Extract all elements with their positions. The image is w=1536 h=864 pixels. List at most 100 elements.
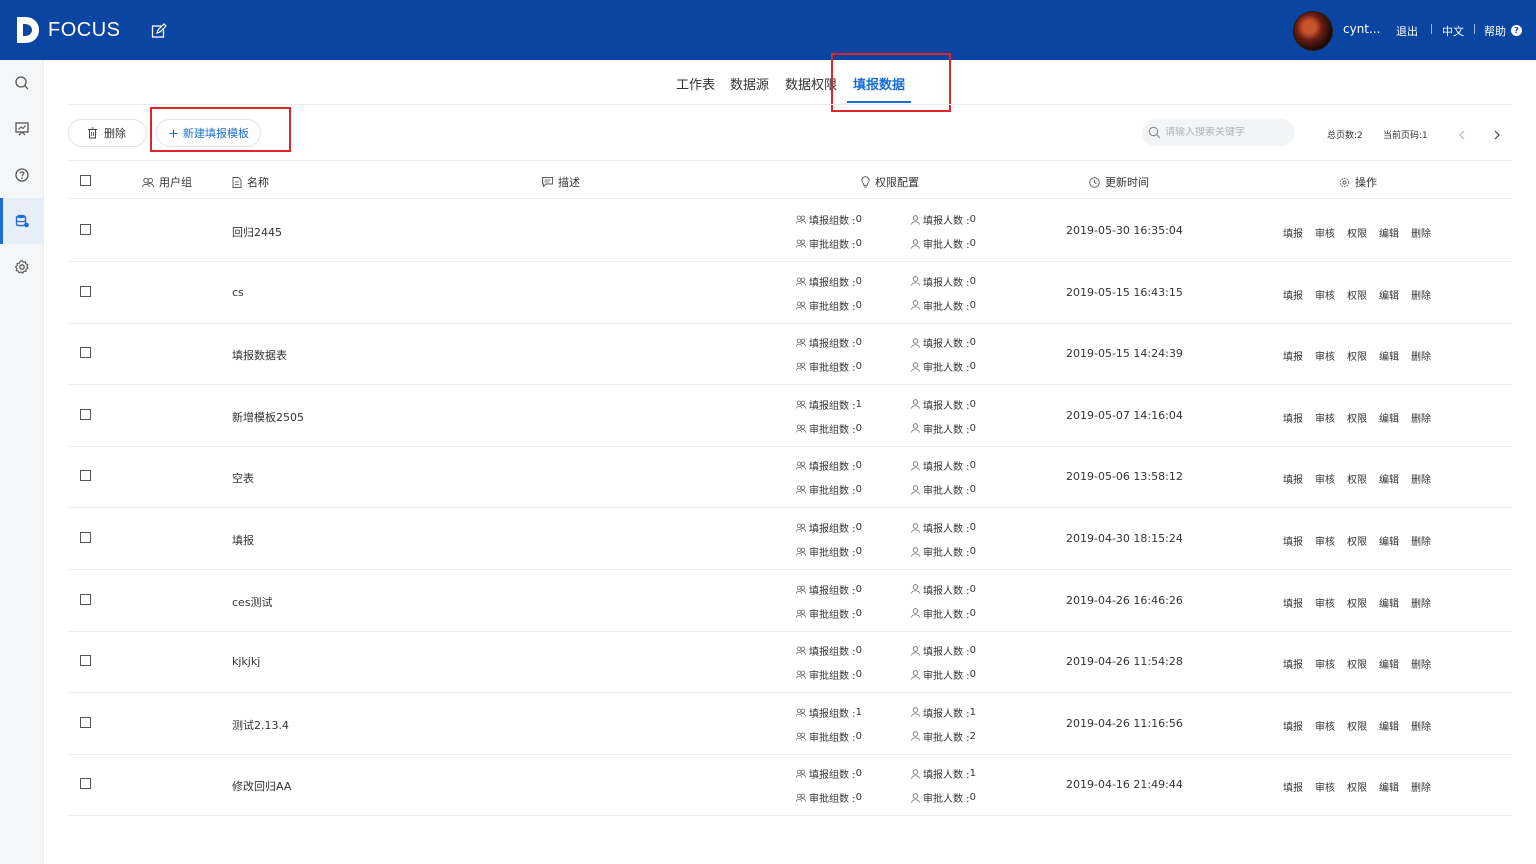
select-all-checkbox[interactable] [80, 175, 91, 186]
fill-groups-value: 0 [855, 337, 862, 349]
op-edit-link[interactable]: 编辑 [1379, 287, 1399, 302]
op-fill-link[interactable]: 填报 [1283, 718, 1303, 733]
help-link[interactable]: 帮助 [1484, 23, 1506, 39]
row-checkbox[interactable] [80, 778, 91, 790]
op-edit-link[interactable]: 编辑 [1379, 779, 1399, 794]
tab-data-permission[interactable]: 数据权限 [785, 74, 837, 93]
op-fill-link[interactable]: 填报 [1283, 348, 1303, 363]
op-review-link[interactable]: 审核 [1315, 225, 1335, 240]
sidebar-item-search[interactable] [0, 60, 44, 106]
op-edit-link[interactable]: 编辑 [1379, 533, 1399, 548]
op-delete-link[interactable]: 删除 [1411, 533, 1431, 548]
fill-groups-count: 填报组数 : 0 [796, 212, 862, 227]
sidebar-item-settings[interactable] [0, 244, 44, 290]
row-checkbox[interactable] [80, 470, 91, 482]
op-review-link[interactable]: 审核 [1315, 348, 1335, 363]
op-fill-link[interactable]: 填报 [1283, 656, 1303, 671]
op-review-link[interactable]: 审核 [1315, 779, 1335, 794]
op-permission-link[interactable]: 权限 [1347, 595, 1367, 610]
next-page-button[interactable] [1488, 126, 1506, 144]
op-permission-link[interactable]: 权限 [1347, 656, 1367, 671]
prev-page-button[interactable] [1453, 126, 1471, 144]
approve-users-count: 审批人数 : 0 [911, 790, 976, 805]
fill-groups-count: 填报组数 : 0 [796, 458, 862, 473]
row-updated-time: 2019-05-06 13:58:12 [1066, 470, 1183, 484]
edit-icon[interactable] [150, 22, 168, 40]
row-name[interactable]: 填报 [232, 532, 254, 548]
op-review-link[interactable]: 审核 [1315, 595, 1335, 610]
row-checkbox[interactable] [80, 655, 91, 667]
op-delete-link[interactable]: 删除 [1411, 595, 1431, 610]
op-edit-link[interactable]: 编辑 [1379, 471, 1399, 486]
op-delete-link[interactable]: 删除 [1411, 656, 1431, 671]
sidebar-item-dashboard[interactable] [0, 106, 44, 152]
op-permission-link[interactable]: 权限 [1347, 410, 1367, 425]
op-review-link[interactable]: 审核 [1315, 287, 1335, 302]
op-permission-link[interactable]: 权限 [1347, 287, 1367, 302]
row-name[interactable]: 空表 [232, 470, 254, 486]
op-delete-link[interactable]: 删除 [1411, 410, 1431, 425]
op-edit-link[interactable]: 编辑 [1379, 348, 1399, 363]
logout-link[interactable]: 退出 [1396, 23, 1418, 39]
row-checkbox[interactable] [80, 224, 91, 235]
op-permission-link[interactable]: 权限 [1347, 779, 1367, 794]
op-fill-link[interactable]: 填报 [1283, 225, 1303, 240]
user-avatar[interactable] [1293, 11, 1333, 51]
row-checkbox[interactable] [80, 408, 91, 420]
op-delete-link[interactable]: 删除 [1411, 225, 1431, 240]
row-checkbox[interactable] [80, 285, 91, 297]
op-review-link[interactable]: 审核 [1315, 656, 1335, 671]
row-checkbox[interactable] [80, 716, 91, 728]
approve-users-value: 0 [969, 792, 976, 804]
user-icon [911, 793, 920, 803]
row-name[interactable]: 修改回归AA [232, 778, 291, 794]
op-fill-link[interactable]: 填报 [1283, 287, 1303, 302]
row-name[interactable]: 测试2.13.4 [232, 717, 289, 733]
row-name[interactable]: cs [232, 286, 244, 299]
op-edit-link[interactable]: 编辑 [1379, 656, 1399, 671]
op-review-link[interactable]: 审核 [1315, 533, 1335, 548]
delete-button[interactable]: 删除 [68, 119, 147, 147]
tab-datasource[interactable]: 数据源 [730, 74, 769, 93]
row-checkbox[interactable] [80, 593, 91, 605]
op-fill-link[interactable]: 填报 [1283, 471, 1303, 486]
op-fill-link[interactable]: 填报 [1283, 533, 1303, 548]
sidebar-item-data[interactable] [0, 198, 44, 244]
op-delete-link[interactable]: 删除 [1411, 718, 1431, 733]
tab-worksheet[interactable]: 工作表 [676, 74, 715, 93]
op-edit-link[interactable]: 编辑 [1379, 410, 1399, 425]
row-checkbox[interactable] [80, 532, 91, 543]
op-delete-link[interactable]: 删除 [1411, 779, 1431, 794]
row-name[interactable]: 填报数据表 [232, 347, 287, 363]
op-fill-link[interactable]: 填报 [1283, 595, 1303, 610]
op-edit-link[interactable]: 编辑 [1379, 595, 1399, 610]
op-delete-link[interactable]: 删除 [1411, 287, 1431, 302]
op-fill-link[interactable]: 填报 [1283, 410, 1303, 425]
op-delete-link[interactable]: 删除 [1411, 348, 1431, 363]
op-permission-link[interactable]: 权限 [1347, 225, 1367, 240]
op-fill-link[interactable]: 填报 [1283, 779, 1303, 794]
user-name[interactable]: cynt... [1343, 22, 1380, 36]
op-review-link[interactable]: 审核 [1315, 471, 1335, 486]
op-edit-link[interactable]: 编辑 [1379, 225, 1399, 240]
search-input[interactable] [1165, 127, 1285, 138]
app-logo[interactable]: FOCUS [14, 14, 121, 46]
op-delete-link[interactable]: 删除 [1411, 471, 1431, 486]
row-checkbox[interactable] [80, 347, 91, 359]
delete-button-label: 删除 [104, 127, 126, 140]
op-review-link[interactable]: 审核 [1315, 410, 1335, 425]
row-name[interactable]: 回归2445 [232, 224, 282, 240]
op-permission-link[interactable]: 权限 [1347, 471, 1367, 486]
row-name[interactable]: ces测试 [232, 594, 273, 610]
user-icon [911, 608, 920, 618]
op-permission-link[interactable]: 权限 [1347, 348, 1367, 363]
op-permission-link[interactable]: 权限 [1347, 718, 1367, 733]
sidebar-item-help[interactable] [0, 152, 44, 198]
op-edit-link[interactable]: 编辑 [1379, 718, 1399, 733]
help-circle-icon[interactable]: ? [1511, 25, 1522, 36]
row-name[interactable]: 新增模板2505 [232, 409, 304, 425]
op-permission-link[interactable]: 权限 [1347, 533, 1367, 548]
row-name[interactable]: kjkjkj [232, 655, 260, 668]
op-review-link[interactable]: 审核 [1315, 718, 1335, 733]
language-link[interactable]: 中文 [1442, 23, 1464, 39]
